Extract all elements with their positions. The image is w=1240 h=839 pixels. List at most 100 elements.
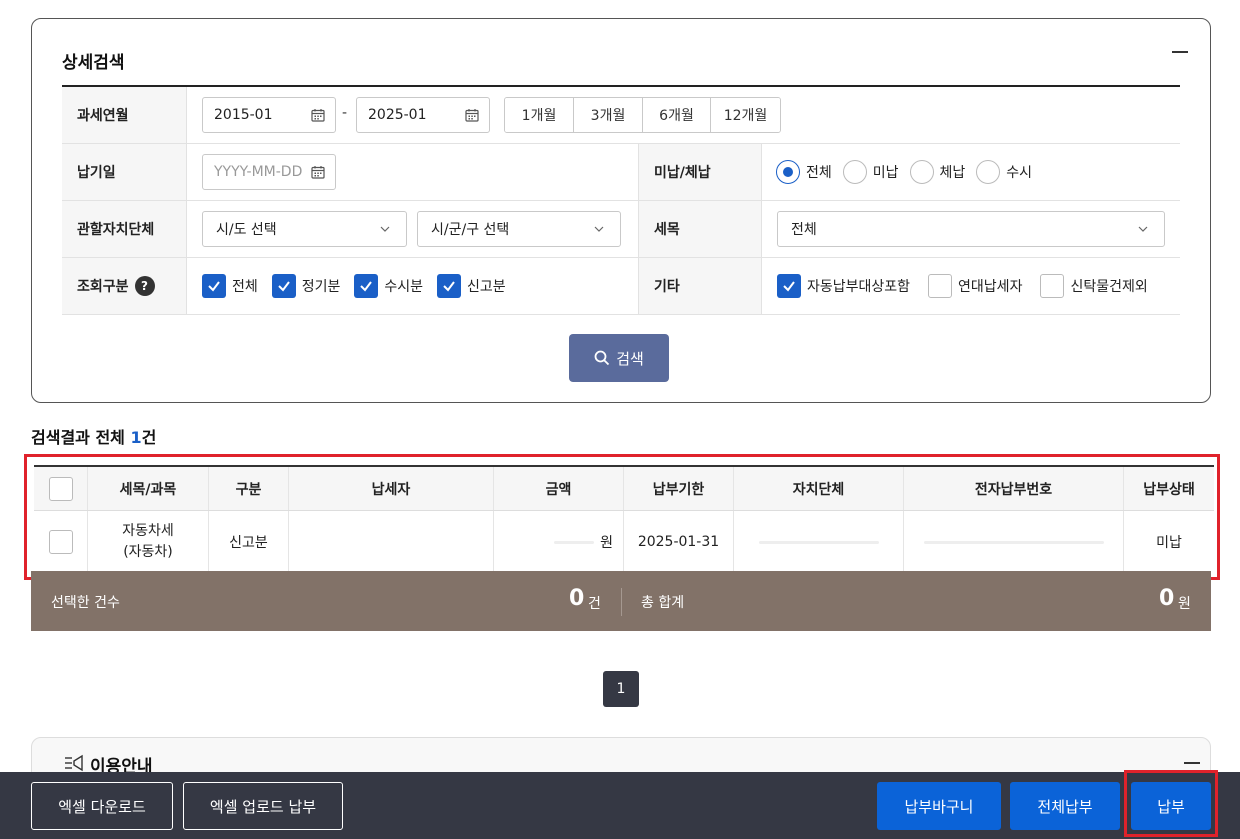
cell-tax-item: 자동차세 (자동차)	[88, 511, 209, 573]
row-checkbox[interactable]	[48, 530, 73, 554]
cell-taxpayer	[289, 511, 494, 573]
checkbox-label: 전체	[232, 279, 258, 295]
radio-all[interactable]: 전체	[776, 160, 832, 184]
checkbox-label: 자동납부대상포함	[807, 279, 911, 295]
selected-count-value: 0	[569, 586, 585, 611]
masked-amount	[554, 540, 595, 544]
checkbox-checked	[354, 274, 379, 298]
label-tax-item: 세목	[638, 201, 762, 257]
cell-type: 신고분	[209, 511, 289, 573]
header-amount: 금액	[494, 467, 624, 510]
cell-amount: 원	[494, 511, 624, 573]
calendar-icon[interactable]	[311, 165, 325, 179]
checkbox-query-reported[interactable]: 신고분	[437, 274, 506, 298]
cell-epay-number	[904, 511, 1124, 573]
total-label: 총 합계	[641, 595, 685, 611]
excel-upload-pay-button[interactable]: 엑셀 업로드 납부	[183, 782, 343, 830]
cell-local-gov	[734, 511, 904, 573]
radio-delinquent[interactable]: 체납	[909, 160, 965, 184]
radio-occasional[interactable]: 수시	[976, 160, 1032, 184]
masked-local-gov	[758, 540, 879, 544]
radio-label: 미납	[872, 165, 899, 181]
period-range-buttons: 1개월 3개월 6개월 12개월	[504, 97, 781, 133]
payment-basket-button[interactable]: 납부바구니	[877, 782, 1001, 830]
row-query-type: 조회구분 ? 전체 정기분 수시분 신고분 기타 자동납부대상포함 연대납세자 …	[62, 258, 1180, 315]
radio-circle	[842, 160, 867, 184]
tax-item-name: 자동차세	[122, 523, 174, 539]
range-separator: -	[342, 105, 348, 121]
detail-search-panel: 상세검색 과세연월 2015-01 - 2025-01 1개월 3개월 6개월 …	[31, 18, 1211, 403]
select-all-checkbox[interactable]	[48, 476, 73, 501]
excel-download-button[interactable]: 엑셀 다운로드	[31, 782, 173, 830]
calendar-icon[interactable]	[465, 108, 479, 122]
checkbox-unchecked	[1040, 274, 1065, 298]
selected-count-unit: 건	[588, 596, 601, 612]
range-1-month-button[interactable]: 1개월	[505, 98, 574, 132]
selected-count-label: 선택한 건수	[51, 595, 120, 611]
header-type: 구분	[209, 467, 289, 510]
search-form: 과세연월 2015-01 - 2025-01 1개월 3개월 6개월 12개월 …	[62, 85, 1180, 315]
checkbox-label: 정기분	[301, 279, 341, 295]
checkbox-query-regular[interactable]: 정기분	[271, 274, 341, 298]
city-select[interactable]: 시/군/구 선택	[417, 211, 621, 247]
checkbox-joint-taxpayer[interactable]: 연대납세자	[928, 274, 1022, 298]
label-local-gov: 관할자치단체	[62, 201, 187, 257]
radio-circle	[976, 160, 1001, 184]
header-epay-number: 전자납부번호	[904, 467, 1124, 510]
results-title: 검색결과 전체 1건	[31, 424, 156, 448]
range-3-month-button[interactable]: 3개월	[574, 98, 643, 132]
due-date-input[interactable]: YYYY-MM-DD	[202, 154, 336, 190]
help-icon[interactable]: ?	[134, 276, 155, 296]
search-button[interactable]: 검색	[569, 334, 669, 382]
collapse-icon[interactable]	[1184, 762, 1200, 764]
bottom-action-bar: 엑셀 다운로드 엑셀 업로드 납부 납부바구니 전체납부 납부	[0, 772, 1240, 839]
label-etc: 기타	[638, 258, 762, 314]
checkbox-label: 연대납세자	[958, 279, 1023, 295]
header-status: 납부상태	[1143, 481, 1195, 498]
checkbox-label: 수시분	[384, 279, 424, 295]
checkbox-query-all[interactable]: 전체	[202, 274, 258, 298]
row-due-date: 납기일 YYYY-MM-DD 미납/체납 전체 미납 체납 수시	[62, 144, 1180, 201]
checkbox-auto-payment[interactable]: 자동납부대상포함	[777, 274, 910, 298]
header-due-date: 납부기한	[624, 467, 734, 510]
checkbox-exclude-trust[interactable]: 신탁물건제외	[1040, 274, 1148, 298]
pay-button-highlight	[1124, 770, 1218, 837]
checkbox-query-occasional[interactable]: 수시분	[354, 274, 423, 298]
tax-item-select[interactable]: 전체	[777, 211, 1165, 247]
pay-all-button[interactable]: 전체납부	[1010, 782, 1120, 830]
page-1-button[interactable]: 1	[603, 671, 639, 707]
radio-label: 수시	[1006, 165, 1033, 181]
radio-unpaid[interactable]: 미납	[842, 160, 899, 184]
amount-unit: 원	[600, 535, 613, 551]
start-month-input[interactable]: 2015-01	[202, 97, 336, 133]
results-table-highlight: 세목/과목 구분 납세자 금액 납부기한 자치단체 전자납부번호 납부상태 자동…	[24, 454, 1220, 580]
header-select-cell	[34, 467, 88, 510]
range-6-month-button[interactable]: 6개월	[643, 98, 711, 132]
radio-circle	[909, 160, 934, 184]
radio-circle-checked	[776, 160, 800, 184]
etc-checkbox-group: 자동납부대상포함 연대납세자 신탁물건제외	[777, 274, 1148, 298]
label-tax-period: 과세연월	[62, 87, 187, 143]
masked-epay-number	[923, 540, 1104, 544]
label-unpaid-status: 미납/체납	[638, 144, 762, 200]
end-month-input[interactable]: 2025-01	[356, 97, 490, 133]
collapse-icon[interactable]	[1172, 41, 1188, 61]
query-type-label: 조회구분	[77, 279, 129, 295]
header-tax-item: 세목/과목	[88, 467, 209, 510]
range-12-month-button[interactable]: 12개월	[711, 98, 780, 132]
checkbox-checked	[202, 274, 226, 298]
checkbox-checked	[437, 274, 462, 298]
panel-title: 상세검색	[62, 53, 125, 73]
calendar-icon[interactable]	[311, 108, 325, 122]
due-date-placeholder: YYYY-MM-DD	[214, 164, 303, 180]
chevron-down-icon	[594, 226, 604, 232]
chevron-down-icon	[380, 226, 390, 232]
province-select[interactable]: 시/도 선택	[202, 211, 407, 247]
start-month-value: 2015-01	[214, 107, 273, 123]
search-button-label: 검색	[616, 349, 644, 368]
checkbox-label: 신고분	[467, 279, 506, 295]
summary-divider	[621, 588, 622, 616]
row-local-gov: 관할자치단체 시/도 선택 시/군/구 선택 세목 전체	[62, 201, 1180, 258]
row-select-cell	[34, 511, 88, 573]
results-title-suffix: 건	[141, 428, 157, 447]
